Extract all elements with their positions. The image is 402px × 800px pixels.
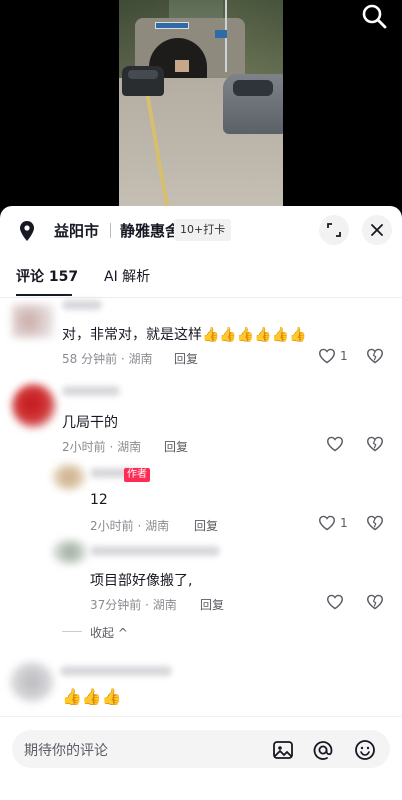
- broken-heart-icon: [366, 348, 384, 364]
- avatar[interactable]: [52, 464, 86, 490]
- reply-meta: 2小时前 · 湖南: [90, 519, 170, 533]
- video-player[interactable]: [0, 0, 402, 206]
- like-count: 1: [340, 516, 348, 530]
- author-badge: 作者: [124, 468, 150, 482]
- comment-input-placeholder: 期待你的评论: [24, 743, 108, 759]
- like-button[interactable]: [326, 436, 366, 456]
- heart-icon: [326, 436, 344, 452]
- tab-ai-analysis[interactable]: AI 解析: [104, 266, 150, 286]
- close-button[interactable]: [362, 215, 392, 245]
- comment-meta: 58 分钟前 · 湖南: [62, 352, 153, 366]
- username[interactable]: [62, 300, 102, 310]
- reply-text: 项目部好像搬了,: [90, 573, 193, 589]
- comment-tabs: 评论 157 AI 解析: [0, 264, 402, 298]
- collapse-label: 收起: [90, 626, 115, 640]
- heart-icon: [318, 348, 336, 364]
- avatar[interactable]: [10, 662, 54, 702]
- location-divider: [110, 223, 111, 238]
- expand-button[interactable]: [319, 215, 349, 245]
- tunnel-sign: [155, 22, 189, 29]
- search-icon[interactable]: [360, 2, 388, 30]
- comment-input-bar: 期待你的评论: [0, 716, 402, 800]
- avatar[interactable]: [12, 384, 56, 428]
- comment-text: 几局干的: [62, 415, 118, 431]
- like-button[interactable]: 1: [318, 515, 358, 535]
- checkin-badge: 10+打卡: [174, 219, 232, 241]
- location-pin-icon: [20, 221, 34, 241]
- reply-text: 12: [90, 492, 108, 508]
- tabs-divider: [0, 297, 402, 298]
- username[interactable]: [60, 666, 172, 676]
- like-count: 1: [340, 349, 348, 363]
- comment-sheet: 益阳市 静雅惠舍 10+打卡 评论 157 AI 解析 对，非常对，就是这样👍👍…: [0, 206, 402, 800]
- broken-heart-icon: [366, 515, 384, 531]
- broken-heart-icon: [366, 436, 384, 452]
- heart-icon: [326, 594, 344, 610]
- heart-icon: [318, 515, 336, 531]
- chevron-up-icon: ^: [117, 626, 128, 640]
- tab-comments[interactable]: 评论 157: [16, 266, 78, 286]
- distant-vehicle: [175, 60, 189, 72]
- image-icon[interactable]: [272, 739, 294, 761]
- collapse-replies-button[interactable]: 收起 ^: [90, 624, 128, 641]
- reply-meta: 37分钟前 · 湖南: [90, 598, 177, 612]
- reply-button[interactable]: 回复: [174, 350, 198, 367]
- road-sign: [215, 30, 227, 38]
- like-button[interactable]: 1: [318, 348, 358, 368]
- broken-heart-icon: [366, 594, 384, 610]
- video-frame: [119, 0, 283, 206]
- avatar[interactable]: [52, 540, 88, 564]
- avatar[interactable]: [12, 304, 54, 338]
- emoji-icon[interactable]: [354, 739, 376, 761]
- close-icon: [371, 224, 383, 236]
- dislike-button[interactable]: [366, 348, 386, 368]
- mention-icon[interactable]: [312, 739, 334, 761]
- dark-car: [122, 66, 164, 96]
- comment-text: 👍👍👍: [62, 687, 122, 706]
- expand-icon: [327, 223, 341, 237]
- location-place[interactable]: 静雅惠舍: [120, 220, 180, 241]
- location-city[interactable]: 益阳市: [54, 220, 99, 241]
- reply-button[interactable]: 回复: [200, 596, 224, 613]
- comment-input[interactable]: 期待你的评论: [12, 730, 390, 768]
- like-button[interactable]: [326, 594, 366, 614]
- username[interactable]: [90, 546, 220, 556]
- collapse-divider: [62, 631, 82, 632]
- active-tab-indicator: [16, 294, 72, 296]
- username[interactable]: [62, 386, 120, 396]
- comment-text: 对，非常对，就是这样👍👍👍👍👍👍: [62, 327, 307, 343]
- reply-button[interactable]: 回复: [164, 438, 188, 455]
- dislike-button[interactable]: [366, 594, 386, 614]
- grey-car: [223, 74, 283, 134]
- dislike-button[interactable]: [366, 436, 386, 456]
- comment-meta: 2小时前 · 湖南: [62, 440, 142, 454]
- reply-button[interactable]: 回复: [194, 517, 218, 534]
- dislike-button[interactable]: [366, 515, 386, 535]
